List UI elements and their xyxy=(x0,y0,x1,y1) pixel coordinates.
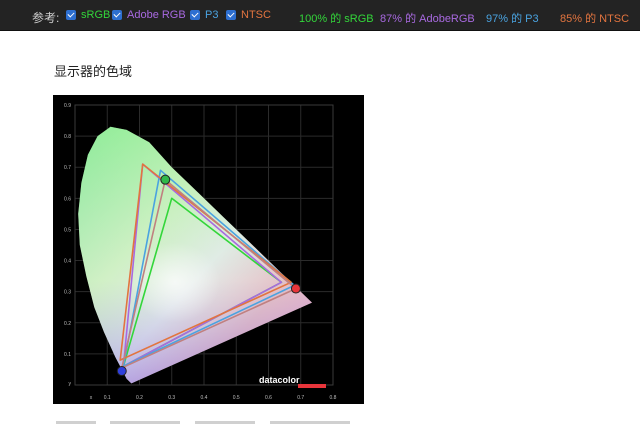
datacolor-logo: datacolor xyxy=(259,375,326,388)
stat-srgb: 100% 的 sRGB xyxy=(299,13,374,25)
y-axis-label: y xyxy=(69,381,72,387)
x-tick-label: 0.2 xyxy=(136,395,143,401)
spectral-locus xyxy=(78,126,312,384)
checkbox-icon[interactable] xyxy=(190,10,200,20)
x-tick-label: 0.7 xyxy=(297,395,304,401)
x-tick-label: 0.4 xyxy=(201,395,208,401)
brand-bar-icon xyxy=(298,384,326,388)
y-tick-label: 0.4 xyxy=(64,259,71,265)
white-point-glow xyxy=(129,242,220,323)
y-tick-label: 0.9 xyxy=(64,103,71,109)
legend-ntsc-toggle[interactable]: NTSC xyxy=(226,9,271,21)
x-tick-label: 0.3 xyxy=(168,395,175,401)
top-toolbar: 参考: sRGB Adobe RGB P3 NTSC 100% 的 sRGB 8… xyxy=(0,0,640,31)
legend-ntsc-label: NTSC xyxy=(241,9,271,21)
legend-srgb-label: sRGB xyxy=(81,9,111,21)
y-tick-label: 0.5 xyxy=(64,227,71,233)
gamut-chart: 0.1 0.2 0.3 0.4 0.5 0.6 0.7 0.8 0.1 0.2 0.3 0.4 0.5 0… xyxy=(53,95,364,404)
legend-p3-toggle[interactable]: P3 xyxy=(190,9,218,21)
y-tick-label: 0.8 xyxy=(64,134,71,140)
y-tick-label: 0.7 xyxy=(64,165,71,171)
primary-point-green xyxy=(160,174,171,185)
checkbox-icon[interactable] xyxy=(112,10,122,20)
cie-gamut-plot: 0.1 0.2 0.3 0.4 0.5 0.6 0.7 0.8 0.1 0.2 0.3 0.4 0.5 0… xyxy=(64,103,337,401)
legend-p3-label: P3 xyxy=(205,9,219,21)
checkbox-icon[interactable] xyxy=(226,10,236,20)
legend-adobergb-toggle[interactable]: Adobe RGB xyxy=(112,9,186,21)
x-tick-label: 0.1 xyxy=(104,395,111,401)
primary-point-blue xyxy=(116,366,127,376)
x-tick-label: 0.8 xyxy=(330,395,337,401)
x-tick-label: 0.6 xyxy=(265,395,272,401)
y-tick-label: 0.1 xyxy=(64,352,71,358)
checkbox-icon[interactable] xyxy=(66,10,76,20)
x-axis-label: x xyxy=(90,395,93,401)
x-tick-label: 0.5 xyxy=(233,395,240,401)
brand-label: datacolor xyxy=(259,375,300,385)
y-tick-label: 0.6 xyxy=(64,196,71,202)
legend-srgb-toggle[interactable]: sRGB xyxy=(66,9,110,21)
legend-adobergb-label: Adobe RGB xyxy=(127,9,186,21)
y-tick-label: 0.2 xyxy=(64,321,71,327)
y-tick-label: 0.3 xyxy=(64,290,71,296)
page-title: 显示器的色域 xyxy=(54,64,133,79)
stat-p3: 97% 的 P3 xyxy=(486,13,539,25)
stat-adobergb: 87% 的 AdobeRGB xyxy=(380,13,475,25)
primary-point-red xyxy=(290,283,301,294)
cropped-text-line xyxy=(56,421,350,424)
stat-ntsc: 85% 的 NTSC xyxy=(560,13,630,25)
reference-label: 参考: xyxy=(32,11,60,25)
